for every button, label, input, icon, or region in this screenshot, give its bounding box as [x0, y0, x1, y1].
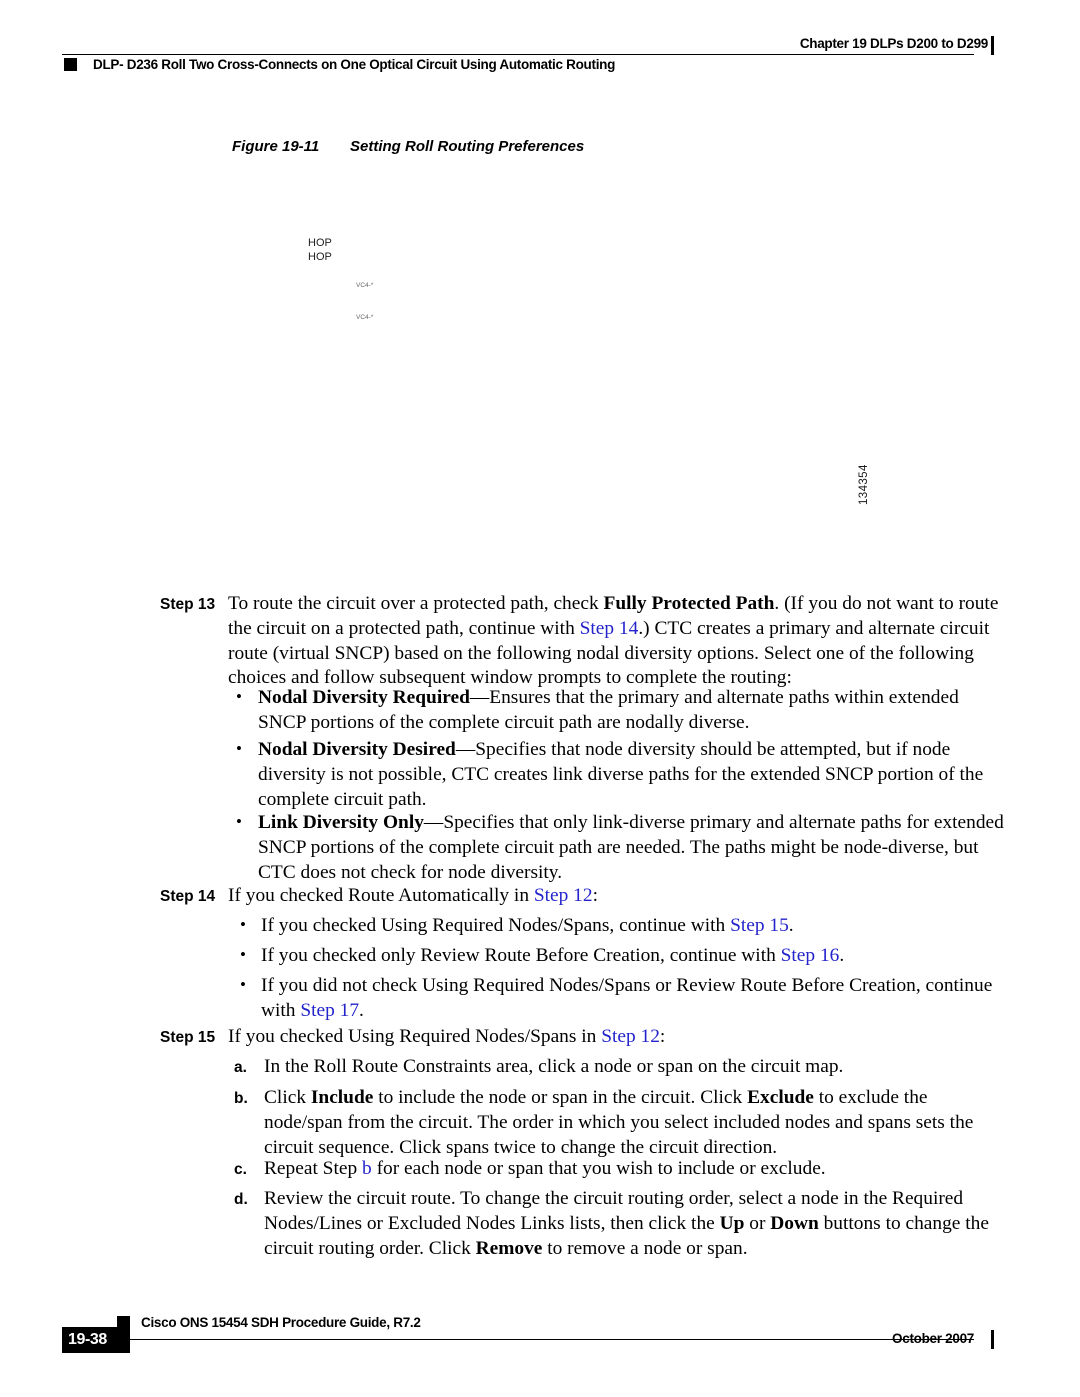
bullet-review-route-before-creation: If you checked only Review Route Before … [228, 943, 1080, 969]
header-section-title: DLP- D236 Roll Two Cross-Connects on One… [93, 57, 616, 72]
bullet-link-diversity-only: Link Diversity Only—Specifies that only … [228, 810, 1080, 885]
alpha-c-text-1: Repeat Step [264, 1158, 363, 1179]
step-13-block: Step 13 To route the circuit over a prot… [0, 592, 1080, 691]
alpha-d-bold-down: Down [770, 1212, 819, 1234]
bullet-neither-option-checked: If you did not check Using Required Node… [228, 973, 1080, 1024]
step-14-row: Step 14 If you checked Route Automatical… [0, 884, 1080, 909]
alpha-d-text-4: to remove a node or span. [542, 1237, 748, 1259]
bullet-2-bold: Nodal Diversity Desired [258, 739, 456, 760]
bullet-1-bold: Nodal Diversity Required [258, 687, 470, 708]
step-15-item-a: a. In the Roll Route Constraints area, c… [0, 1055, 1080, 1080]
s14-b1-text-2: . [788, 915, 794, 936]
step-15-block: Step 15 If you checked Using Required No… [0, 1025, 1080, 1050]
alpha-b-bold-exclude: Exclude [747, 1087, 814, 1108]
alpha-marker-b: b. [234, 1090, 248, 1107]
alpha-d-bold-up: Up [719, 1212, 745, 1234]
step-13-text-1: To route the circuit over a protected pa… [228, 593, 604, 614]
step-14-bullet-3: If you did not check Using Required Node… [0, 973, 1080, 1024]
alpha-b-bold-include: Include [310, 1087, 374, 1108]
step-14-text-1: If you checked Route Automatically in [228, 885, 534, 906]
figure-title: Setting Roll Routing Preferences [350, 138, 585, 155]
step-14-label: Step 14 [160, 888, 216, 905]
footer-change-bar [991, 1330, 994, 1349]
header-rule [62, 54, 974, 55]
step-13-row: Step 13 To route the circuit over a prot… [0, 592, 1080, 691]
alpha-b-text-2: to include the node or span in the circu… [373, 1087, 748, 1108]
step-14-bullet-2: If you checked only Review Route Before … [0, 943, 1080, 969]
step-15-row: Step 15 If you checked Using Required No… [0, 1025, 1080, 1050]
step-14-block: Step 14 If you checked Route Automatical… [0, 884, 1080, 909]
footer-page-number: 19-38 [68, 1331, 107, 1348]
step-15-item-c: c. Repeat Step b for each node or span t… [0, 1157, 1080, 1182]
step-15-text-2: : [659, 1026, 666, 1047]
s14-b2-text-1: If you checked only Review Route Before … [261, 945, 781, 966]
s14-b3-text-1: If you did not check Using Required Node… [261, 975, 993, 1021]
header-chapter: Chapter 19 DLPs D200 to D299 [799, 36, 988, 51]
footer-date: October 2007 [892, 1331, 974, 1346]
alpha-d-text-2: or [744, 1212, 771, 1234]
alpha-item-a: a. In the Roll Route Constraints area, c… [228, 1055, 1080, 1080]
alpha-a-text: In the Roll Route Constraints area, clic… [264, 1056, 844, 1077]
s14-b3-text-2: . [359, 999, 364, 1021]
header-change-bar [991, 36, 994, 55]
step-13-bullet-3: Link Diversity Only—Specifies that only … [0, 810, 1080, 885]
s14-b3-xref-step-17[interactable]: Step 17 [300, 1000, 359, 1021]
step-14-text-2: : [592, 885, 598, 906]
bullet-nodal-diversity-required: Nodal Diversity Required—Ensures that th… [228, 685, 1080, 736]
alpha-marker-c: c. [234, 1161, 247, 1178]
step-13-bold-1: Fully Protected Path [603, 593, 775, 614]
step-15-xref-step-12[interactable]: Step 12 [601, 1026, 660, 1047]
figure-number: Figure 19-11 [232, 138, 320, 155]
step-13-bullet-1: Nodal Diversity Required—Ensures that th… [0, 685, 1080, 736]
step-15-label: Step 15 [160, 1029, 216, 1046]
step-13-xref-step-14[interactable]: Step 14 [580, 618, 639, 639]
bullet-required-nodes-spans: If you checked Using Required Nodes/Span… [228, 913, 1080, 939]
figure-graphic: HOP HOP VC4-* VC4-* [230, 175, 930, 575]
figure-label-vc4-2: VC4-* [356, 314, 374, 321]
alpha-item-b: b. Click Include to include the node or … [228, 1086, 1080, 1160]
alpha-marker-a: a. [234, 1059, 247, 1076]
alpha-marker-d: d. [234, 1191, 248, 1208]
step-15-item-d: d. Review the circuit route. To change t… [0, 1187, 1080, 1261]
s14-b2-xref-step-16[interactable]: Step 16 [781, 945, 840, 966]
figure-label-vc4-1: VC4-* [356, 282, 374, 289]
s14-b1-xref-step-15[interactable]: Step 15 [730, 915, 789, 936]
s14-b2-text-2: . [839, 945, 845, 966]
header-bullet-square-icon [64, 58, 77, 71]
figure-graphic-id: 134354 [858, 464, 870, 505]
alpha-b-text-1: Click [264, 1087, 311, 1108]
document-page: Chapter 19 DLPs D200 to D299 DLP- D236 R… [0, 0, 1080, 1397]
footer-guide-title: Cisco ONS 15454 SDH Procedure Guide, R7.… [141, 1315, 421, 1330]
figure-caption: Figure 19-11 Setting Roll Routing Prefere… [232, 138, 584, 155]
alpha-c-text-2: for each node or span that you wish to i… [371, 1158, 826, 1179]
step-14-bullet-1: If you checked Using Required Nodes/Span… [0, 913, 1080, 939]
figure-label-hop-2: HOP [308, 251, 332, 263]
step-15-text-1: If you checked Using Required Nodes/Span… [228, 1026, 602, 1047]
step-15-item-b: b. Click Include to include the node or … [0, 1086, 1080, 1160]
bullet-nodal-diversity-desired: Nodal Diversity Desired—Specifies that n… [228, 737, 1080, 812]
bullet-3-bold: Link Diversity Only [258, 812, 424, 833]
step-14-xref-step-12[interactable]: Step 12 [534, 885, 593, 906]
alpha-d-bold-remove: Remove [475, 1237, 543, 1259]
alpha-c-xref-step-b[interactable]: b [362, 1158, 372, 1179]
alpha-item-d: d. Review the circuit route. To change t… [228, 1187, 1080, 1261]
step-13-bullet-2: Nodal Diversity Desired—Specifies that n… [0, 737, 1080, 812]
figure-label-hop-1: HOP [308, 237, 332, 249]
s14-b1-text-1: If you checked Using Required Nodes/Span… [261, 915, 731, 936]
step-13-label: Step 13 [160, 596, 216, 613]
alpha-item-c: c. Repeat Step b for each node or span t… [228, 1157, 1080, 1182]
